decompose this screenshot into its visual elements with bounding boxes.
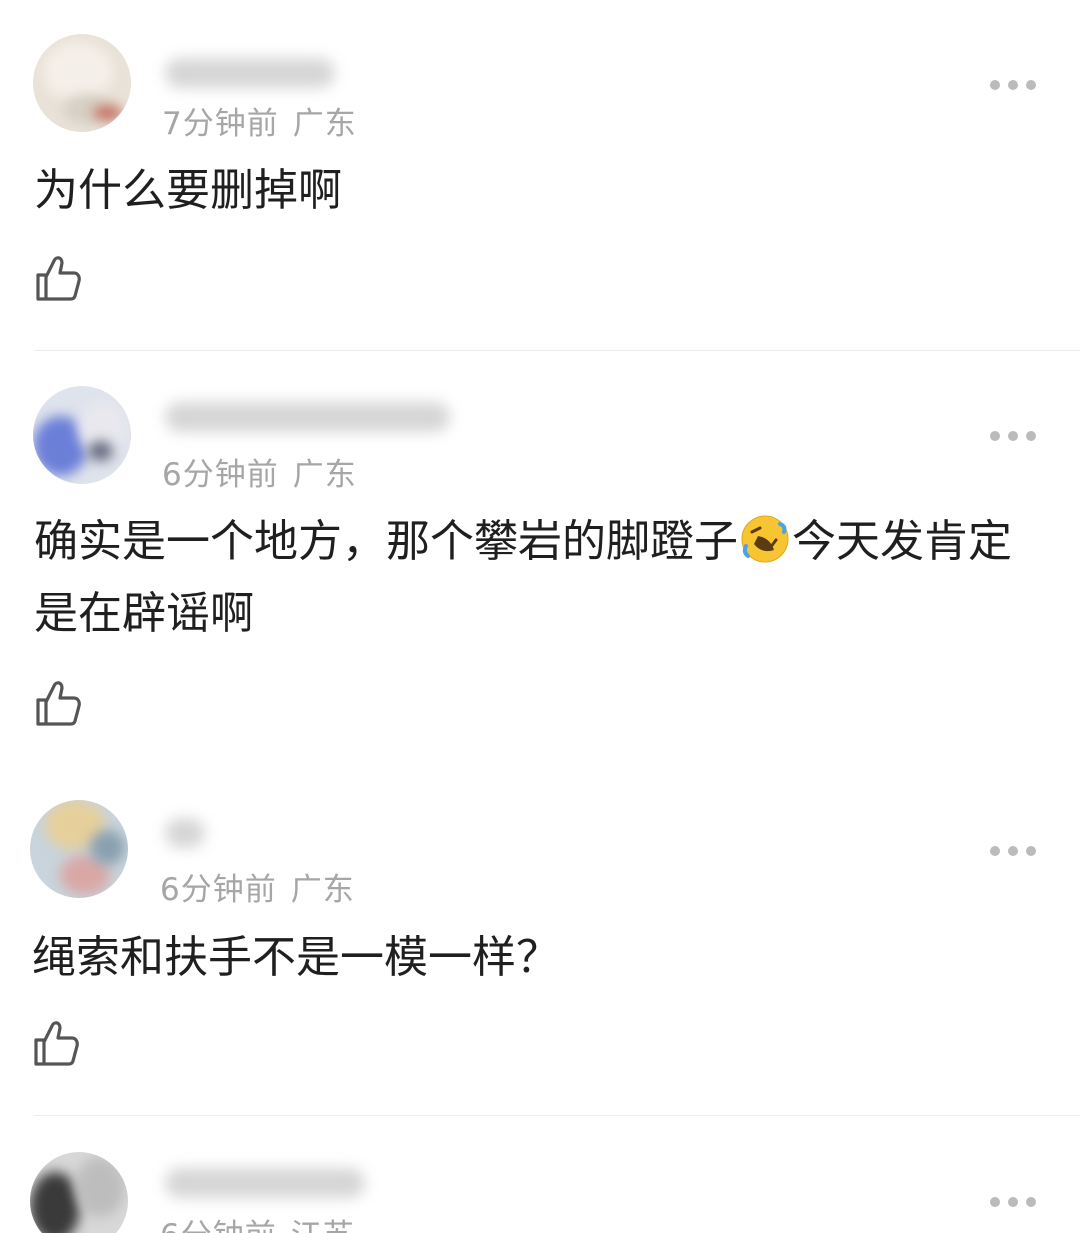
comment-location: 广东 [292, 457, 357, 493]
username[interactable] [165, 58, 335, 88]
thumbs-up-icon[interactable] [34, 253, 82, 303]
username[interactable] [165, 818, 205, 848]
comment-location: 广东 [290, 872, 355, 908]
rolling-laughing-emoji-icon [741, 515, 789, 563]
more-dots-icon[interactable] [990, 79, 1036, 91]
comment-meta: 6分钟前 广东 [162, 449, 357, 494]
comment-meta: 6分钟前江苏 [160, 1210, 355, 1233]
divider [34, 350, 1080, 351]
more-dots-icon[interactable] [990, 1196, 1036, 1208]
divider [34, 1115, 1080, 1116]
more-dots-icon[interactable] [990, 845, 1036, 857]
comment-text-part1: 确实是一个地方，那个攀岩的脚蹬子 [34, 516, 738, 567]
username[interactable] [165, 1168, 365, 1198]
comment-time: 6分钟前 [160, 872, 277, 908]
comment-time: 6分钟前 [162, 457, 279, 493]
thumbs-up-icon[interactable] [32, 1018, 80, 1068]
comment-text: 绳索和扶手不是一模一样？ [32, 932, 560, 983]
avatar[interactable] [30, 800, 128, 898]
avatar[interactable] [30, 1152, 128, 1233]
comment-text: 为什么要删掉啊 [34, 165, 342, 216]
comment-location: 江苏 [291, 1218, 355, 1233]
comment-meta: 6分钟前 广东 [160, 864, 355, 909]
more-dots-icon[interactable] [990, 430, 1036, 442]
username[interactable] [165, 402, 450, 432]
thumbs-up-icon[interactable] [34, 678, 82, 728]
comment-text: 确实是一个地方，那个攀岩的脚蹬子 今天发肯定是在辟谣啊 [34, 506, 1044, 650]
comment-time: 6分钟前 [160, 1218, 277, 1233]
avatar[interactable] [33, 386, 131, 484]
avatar[interactable] [33, 34, 131, 132]
comment-meta: 7分钟前 广东 [162, 98, 357, 143]
comment-time: 7分钟前 [162, 106, 279, 142]
comment-location: 广东 [292, 106, 357, 142]
